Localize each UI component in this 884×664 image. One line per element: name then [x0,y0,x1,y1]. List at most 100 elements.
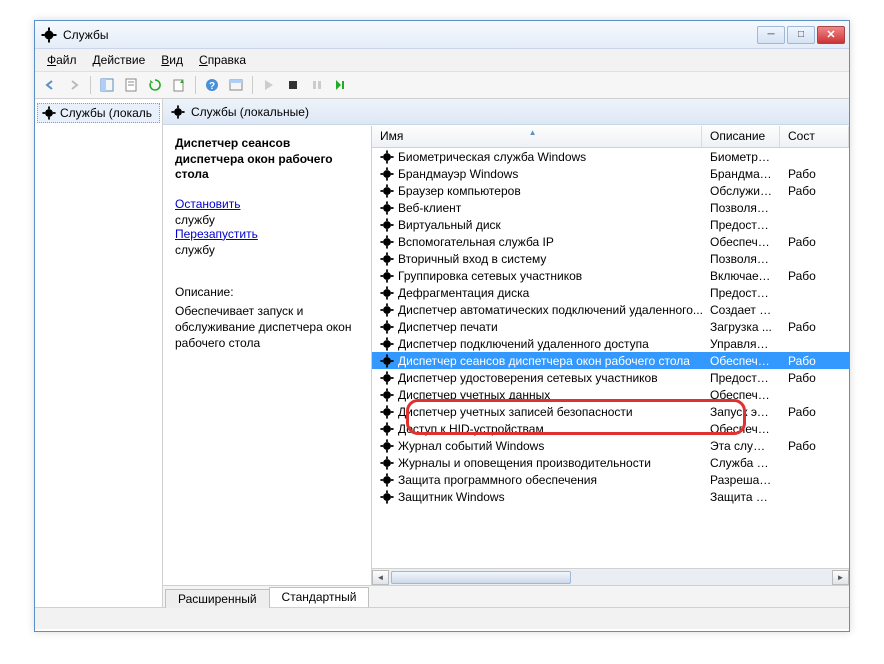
menu-view[interactable]: Вид [153,51,191,69]
service-status: Рабо [780,354,849,368]
service-row[interactable]: Дефрагментация дискаПредоста... [372,284,849,301]
stop-service-button[interactable] [282,74,304,96]
service-row[interactable]: Диспетчер учетных данныхОбеспечи... [372,386,849,403]
gear-icon [380,439,394,453]
description-label: Описание: [175,285,359,299]
service-row[interactable]: Диспетчер сеансов диспетчера окон рабоче… [372,352,849,369]
app-icon [41,27,57,43]
scroll-left-button[interactable]: ◄ [372,570,389,585]
service-desc: Обеспечи... [702,388,780,402]
service-desc: Предоста... [702,286,780,300]
minimize-button[interactable]: ─ [757,26,785,44]
close-button[interactable]: ✕ [817,26,845,44]
start-service-button[interactable] [258,74,280,96]
menubar: Файл Действие Вид Справка [35,49,849,71]
gear-icon [380,218,394,232]
service-name: Защита программного обеспечения [398,473,597,487]
service-name: Веб-клиент [398,201,461,215]
menu-action[interactable]: Действие [85,51,154,69]
service-status: Рабо [780,235,849,249]
service-row[interactable]: Брандмауэр WindowsБрандмау...Рабо [372,165,849,182]
maximize-button[interactable]: □ [787,26,815,44]
svg-text:?: ? [209,81,215,92]
gear-icon [380,269,394,283]
service-row[interactable]: Защитник Windows Защита от... [372,488,849,505]
service-row[interactable]: Вторичный вход в системуПозволяет... [372,250,849,267]
service-name: Браузер компьютеров [398,184,521,198]
services-window: Службы ─ □ ✕ Файл Действие Вид Справка ? [34,20,850,632]
scroll-thumb[interactable] [391,571,571,584]
restart-link[interactable]: Перезапустить [175,227,359,241]
service-row[interactable]: Браузер компьютеровОбслужив...Рабо [372,182,849,199]
description-pane: Диспетчер сеансов диспетчера окон рабоче… [163,126,371,585]
forward-button[interactable] [63,74,85,96]
service-row[interactable]: Диспетчер автоматических подключений уда… [372,301,849,318]
properties-button[interactable] [120,74,142,96]
service-row[interactable]: Доступ к HID-устройствам Обеспечи... [372,420,849,437]
scroll-right-button[interactable]: ► [832,570,849,585]
gear-icon [380,337,394,351]
service-desc: Защита от... [702,490,780,504]
service-desc: Служба ж... [702,456,780,470]
service-status: Рабо [780,269,849,283]
service-row[interactable]: Биометрическая служба WindowsБиометри... [372,148,849,165]
service-desc: Загрузка ... [702,320,780,334]
service-desc: Предоста... [702,218,780,232]
services-list: Имя▲ Описание Сост Биометрическая служба… [371,126,849,585]
gear-icon [380,354,394,368]
tab-extended[interactable]: Расширенный [165,589,270,608]
stop-link[interactable]: Остановить [175,197,359,211]
service-name: Защитник Windows [398,490,505,504]
column-status[interactable]: Сост [780,126,849,147]
refresh-button[interactable] [144,74,166,96]
service-name: Доступ к HID-устройствам [398,422,544,436]
service-desc: Включает... [702,269,780,283]
tab-standard[interactable]: Стандартный [269,587,370,607]
menu-file[interactable]: Файл [39,51,85,69]
show-hide-tree-button[interactable] [96,74,118,96]
service-row[interactable]: Диспетчер удостоверения сетевых участник… [372,369,849,386]
service-row[interactable]: Диспетчер подключений удаленного доступа… [372,335,849,352]
gear-icon [380,150,394,164]
horizontal-scrollbar[interactable]: ◄ ► [372,568,849,585]
service-name: Диспетчер подключений удаленного доступа [398,337,649,351]
gear-icon [380,405,394,419]
service-desc: Предоста... [702,371,780,385]
filter-button[interactable] [225,74,247,96]
export-button[interactable] [168,74,190,96]
gear-icon [171,105,185,119]
gear-icon [380,473,394,487]
service-desc: Разрешает... [702,473,780,487]
selected-service-name: Диспетчер сеансов диспетчера окон рабоче… [175,136,359,183]
service-status: Рабо [780,167,849,181]
titlebar[interactable]: Службы ─ □ ✕ [35,21,849,49]
service-name: Виртуальный диск [398,218,501,232]
service-row[interactable]: Диспетчер печатиЗагрузка ...Рабо [372,318,849,335]
back-button[interactable] [39,74,61,96]
service-row[interactable]: Диспетчер учетных записей безопасностиЗа… [372,403,849,420]
sort-indicator-icon: ▲ [529,128,537,137]
service-name: Группировка сетевых участников [398,269,582,283]
service-row[interactable]: Защита программного обеспечения Разрешает… [372,471,849,488]
service-desc: Обеспечи... [702,422,780,436]
help-button[interactable]: ? [201,74,223,96]
service-name: Диспетчер автоматических подключений уда… [398,303,702,317]
column-name[interactable]: Имя▲ [372,126,702,147]
service-row[interactable]: Журналы и оповещения производительностиС… [372,454,849,471]
gear-icon [380,422,394,436]
gear-icon [380,252,394,266]
service-desc: Позволяет... [702,252,780,266]
gear-icon [42,106,56,120]
service-row[interactable]: Виртуальный диск Предоста... [372,216,849,233]
service-row[interactable]: Группировка сетевых участников Включает..… [372,267,849,284]
tree-root-services[interactable]: Службы (локаль [37,103,160,123]
service-row[interactable]: Вспомогательная служба IPОбеспечи...Рабо [372,233,849,250]
pause-service-button[interactable] [306,74,328,96]
menu-help[interactable]: Справка [191,51,254,69]
column-description[interactable]: Описание [702,126,780,147]
restart-service-button[interactable] [330,74,352,96]
service-row[interactable]: Веб-клиентПозволяет... [372,199,849,216]
service-row[interactable]: Журнал событий WindowsЭта служб...Рабо [372,437,849,454]
gear-icon [380,235,394,249]
service-desc: Обеспечи... [702,235,780,249]
